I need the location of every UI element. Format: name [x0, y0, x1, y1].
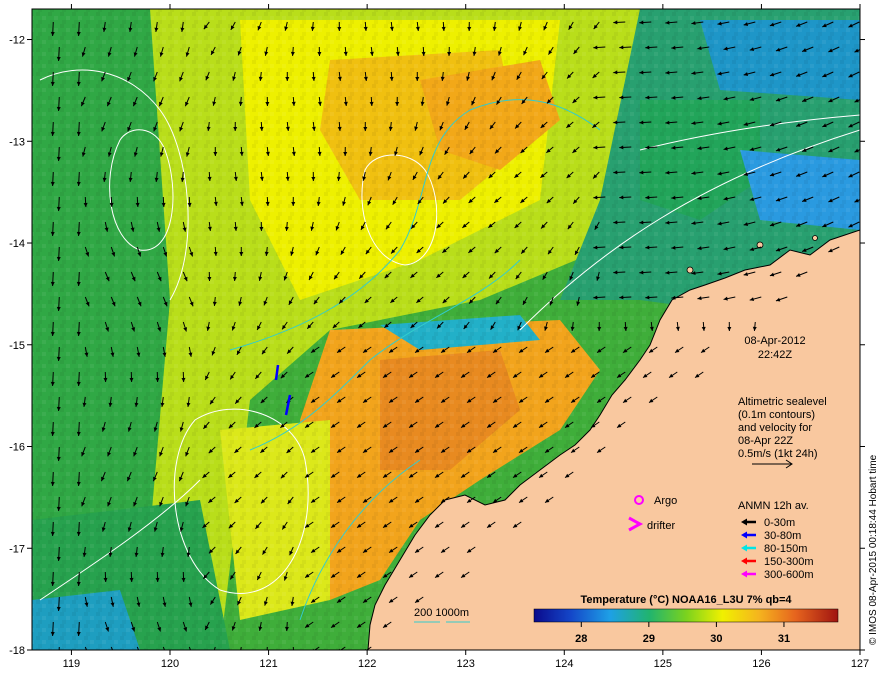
lat-tick-label: -13 [9, 136, 25, 148]
colorbar-tick-label: 29 [643, 633, 655, 645]
velocity-arrowhead [86, 652, 90, 656]
velocity-arrowhead [138, 652, 142, 656]
lon-tick-label: 124 [555, 658, 573, 670]
colorbar-tick-label: 30 [710, 633, 722, 645]
velocity-arrow [58, 646, 60, 650]
colorbar-title: Temperature (°C) NOAA16_L3U 7% qb=4 [580, 594, 792, 606]
velocity-arrowhead [112, 652, 116, 656]
isobath-legend-label: 200 1000m [414, 607, 469, 619]
altimetry-line: (0.1m contours) [738, 409, 815, 421]
lon-tick-label: 125 [654, 658, 672, 670]
argo-label: Argo [654, 495, 677, 507]
lat-tick-label: -15 [9, 340, 25, 352]
colorbar-gradient [533, 608, 839, 623]
date-label: 08-Apr-2012 [744, 335, 805, 347]
altimetry-line: 0.5m/s (1kt 24h) [738, 448, 817, 460]
velocity-arrowhead [190, 652, 194, 656]
depth-class-label: 0-30m [764, 517, 795, 529]
lon-tick-label: 119 [63, 658, 81, 670]
lon-tick-label: 123 [457, 658, 475, 670]
lat-tick-label: -18 [9, 645, 25, 657]
depth-class-label: 150-300m [764, 556, 814, 568]
velocity-arrowhead [164, 652, 168, 656]
velocity-arrowhead [57, 657, 61, 661]
depth-class-label: 300-600m [764, 569, 814, 581]
colorbar-tick-label: 31 [778, 633, 790, 645]
altimetry-line: 08-Apr 22Z [738, 435, 793, 447]
anmn-title: ANMN 12h av. [738, 500, 809, 512]
lat-tick-label: -17 [9, 543, 25, 555]
lon-tick-label: 127 [851, 658, 869, 670]
velocity-arrowhead [212, 651, 216, 655]
velocity-arrowhead [292, 652, 296, 656]
lat-tick-label: -12 [9, 35, 25, 47]
depth-class-label: 30-80m [764, 530, 801, 542]
depth-class-label: 80-150m [764, 543, 807, 555]
altimetry-line: and velocity for [738, 422, 812, 434]
time-label: 22:42Z [758, 349, 793, 361]
credit-text: © IMOS 08-Apr-2015 00:18:44 Hobart time [868, 454, 879, 645]
colorbar-tick-label: 28 [575, 633, 587, 645]
sst-map: 119 120 121 122 123 124 125 126 127 -12 -13 -14 -15… [9, 4, 879, 670]
lat-tick-label: -16 [9, 442, 25, 454]
lat-tick-label: -14 [9, 238, 25, 250]
lon-tick-label: 126 [752, 658, 770, 670]
lon-tick-label: 122 [358, 658, 376, 670]
lon-tick-label: 121 [259, 658, 277, 670]
lon-tick-label: 120 [161, 658, 179, 670]
drifter-label: drifter [647, 520, 675, 532]
altimetry-line: Altimetric sealevel [738, 396, 827, 408]
velocity-arrowhead [239, 652, 243, 656]
